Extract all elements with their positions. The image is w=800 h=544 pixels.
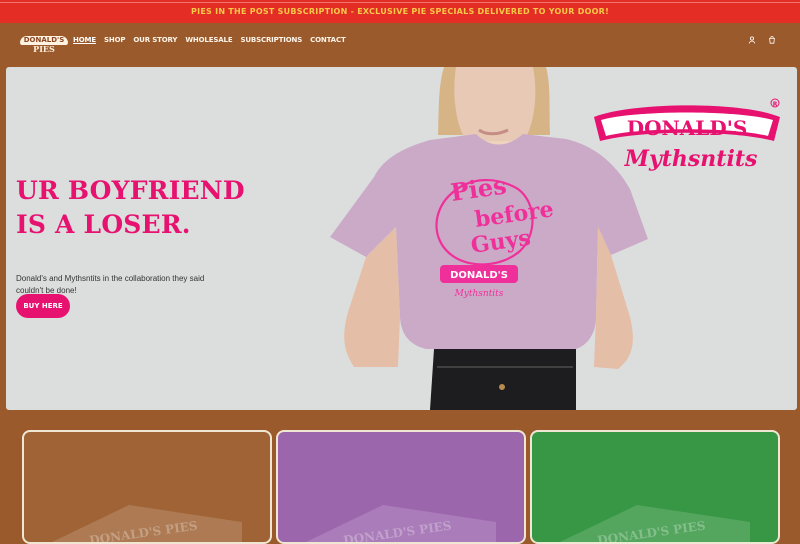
product-card[interactable]: DONALD'S PIES [276, 430, 526, 544]
user-icon[interactable] [748, 36, 756, 44]
nav-our-story[interactable]: OUR STORY [133, 35, 177, 45]
product-card[interactable]: DONALD'S PIES [530, 430, 780, 544]
hero-headline: UR BOYFRIEND IS A LOSER. [16, 175, 245, 239]
buy-here-button[interactable]: BUY HERE [16, 294, 70, 318]
nav-contact[interactable]: CONTACT [310, 35, 346, 45]
nav-shop[interactable]: SHOP [104, 35, 126, 45]
pie-box-image: DONALD'S PIES [52, 505, 242, 542]
logo-bottom-text: PIES [33, 44, 55, 54]
nav-home[interactable]: HOME [73, 35, 96, 45]
announcement-bar: PIES IN THE POST SUBSCRIPTION - EXCLUSIV… [0, 0, 800, 23]
pie-box-image: DONALD'S PIES [306, 505, 496, 542]
product-cards: DONALD'S PIES DONALD'S PIES DONALD'S PIE… [22, 430, 782, 544]
header-icons [748, 36, 776, 44]
pie-box-image: DONALD'S PIES [560, 505, 750, 542]
nav-wholesale[interactable]: WHOLESALE [185, 35, 232, 45]
announcement-text: PIES IN THE POST SUBSCRIPTION - EXCLUSIV… [191, 7, 609, 16]
site-logo[interactable]: DONALD'S PIES [19, 35, 69, 55]
registered-mark: R [773, 101, 778, 108]
brand-logo-top: DONALD'S [627, 116, 748, 140]
cart-icon[interactable] [768, 36, 776, 44]
shirt-badge-text: DONALD'S [450, 270, 508, 281]
brand-logo-bottom: Mythsntits [624, 146, 758, 172]
collab-brand-logo: DONALD'S Mythsntits R [594, 98, 780, 172]
main-nav: HOME SHOP OUR STORY WHOLESALE SUBSCRIPTI… [73, 35, 346, 45]
shirt-badge-sub: Mythsntits [454, 289, 504, 299]
product-card[interactable]: DONALD'S PIES [22, 430, 272, 544]
site-header: DONALD'S PIES HOME SHOP OUR STORY WHOLES… [0, 23, 800, 67]
nav-subscriptions[interactable]: SUBSCRIPTIONS [240, 35, 302, 45]
hero-banner: Pies before Guys DONALD'S Mythsntits UR … [6, 67, 797, 410]
